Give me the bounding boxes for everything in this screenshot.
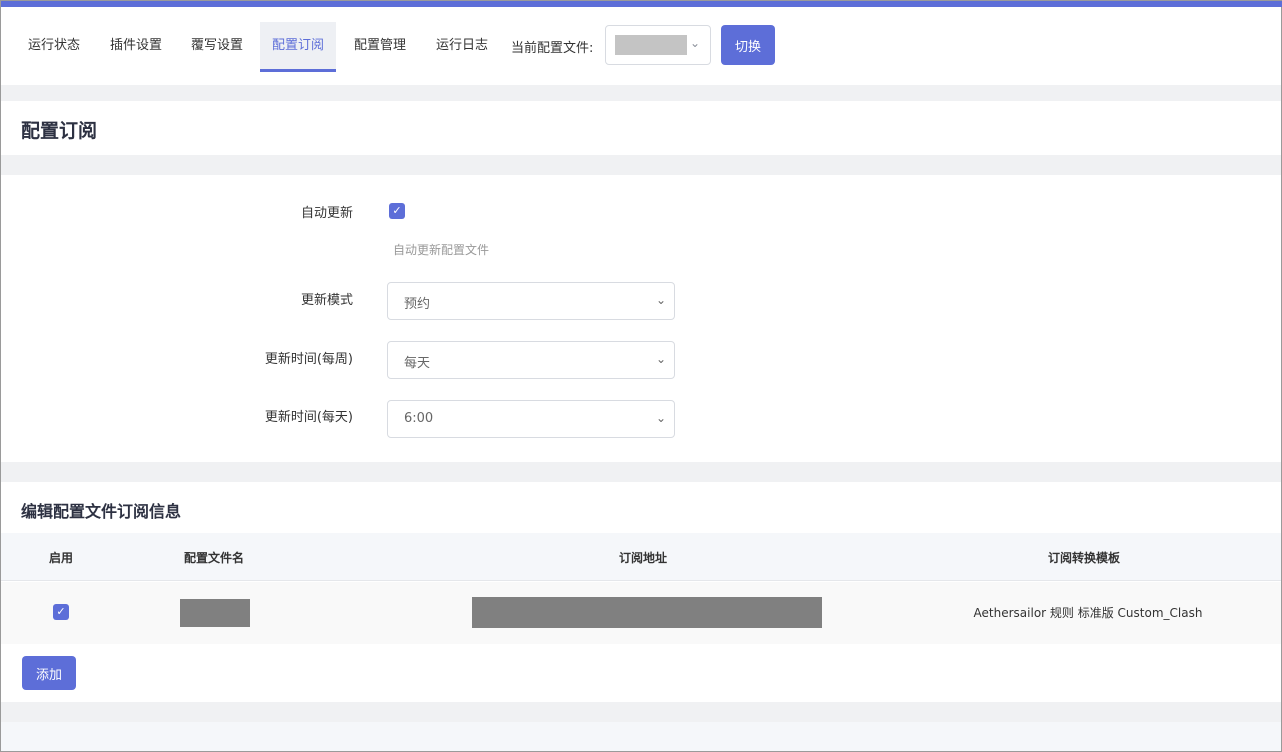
subscription-table-panel: 编辑配置文件订阅信息 启用 配置文件名 订阅地址 订阅转换模板 ✓ Aether… <box>1 482 1281 702</box>
row-template: Aethersailor 规则 标准版 Custom_Clash <box>973 606 1203 620</box>
tab-config-management[interactable]: 配置管理 <box>342 22 418 72</box>
update-daily-value: 6:00 <box>404 411 434 426</box>
column-header-subscription-url: 订阅地址 <box>618 551 668 565</box>
chevron-down-icon: ⌄ <box>655 352 666 366</box>
chevron-down-icon: ⌄ <box>655 293 666 307</box>
update-mode-select[interactable]: 预约 ⌄ <box>387 282 675 320</box>
chevron-down-icon: ⌄ <box>689 36 700 50</box>
tab-run-status[interactable]: 运行状态 <box>16 22 92 72</box>
current-config-label: 当前配置文件: <box>511 41 594 56</box>
switch-button[interactable]: 切换 <box>721 25 775 65</box>
auto-update-label: 自动更新 <box>300 206 353 221</box>
bottom-strip <box>1 722 1281 751</box>
table-header: 启用 配置文件名 订阅地址 订阅转换模板 <box>1 533 1281 581</box>
tab-override-settings[interactable]: 覆写设置 <box>179 22 255 72</box>
update-mode-value: 预约 <box>404 297 431 312</box>
update-weekly-label: 更新时间(每周) <box>264 352 353 367</box>
update-daily-select[interactable]: 6:00 ⌄ <box>387 400 675 438</box>
update-mode-label: 更新模式 <box>300 293 353 308</box>
subscription-settings-form: 自动更新 ✓ 自动更新配置文件 更新模式 预约 ⌄ 更新时间(每周) 每天 ⌄ … <box>1 175 1281 462</box>
top-nav: 运行状态 插件设置 覆写设置 配置订阅 配置管理 运行日志 当前配置文件: ⌄ … <box>1 7 1281 85</box>
column-header-template: 订阅转换模板 <box>1047 551 1121 565</box>
chevron-down-icon: ⌄ <box>655 411 666 425</box>
tab-run-log[interactable]: 运行日志 <box>424 22 500 72</box>
auto-update-checkbox[interactable]: ✓ <box>389 203 405 219</box>
table-row: ✓ Aethersailor 规则 标准版 Custom_Clash <box>1 582 1281 644</box>
tab-plugin-settings[interactable]: 插件设置 <box>98 22 174 72</box>
tab-config-subscription[interactable]: 配置订阅 <box>260 22 337 72</box>
update-weekly-value: 每天 <box>404 356 431 371</box>
masked-config-name <box>180 599 250 627</box>
column-header-enabled: 启用 <box>48 551 74 565</box>
page-title: 配置订阅 <box>21 120 98 142</box>
add-button[interactable]: 添加 <box>22 656 76 690</box>
current-config-select[interactable]: ⌄ <box>605 25 711 65</box>
section-title: 编辑配置文件订阅信息 <box>21 502 182 521</box>
masked-config-name <box>615 35 687 55</box>
auto-update-hint: 自动更新配置文件 <box>393 243 490 257</box>
page-title-panel: 配置订阅 <box>1 101 1281 155</box>
update-daily-label: 更新时间(每天) <box>264 410 353 425</box>
masked-subscription-url <box>472 597 822 628</box>
update-weekly-select[interactable]: 每天 ⌄ <box>387 341 675 379</box>
row-enabled-checkbox[interactable]: ✓ <box>53 604 69 620</box>
column-header-config-name: 配置文件名 <box>183 551 245 565</box>
